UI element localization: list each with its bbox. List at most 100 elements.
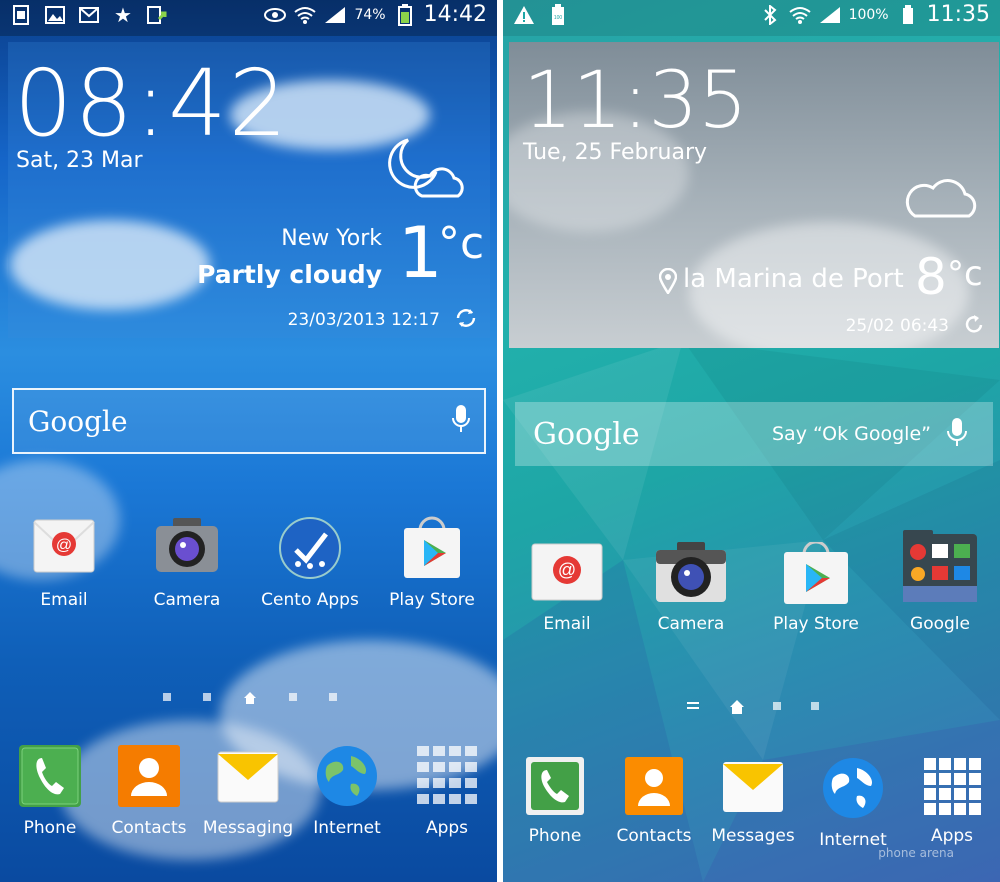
- gallery-icon: [44, 4, 66, 26]
- status-clock: 11:35: [926, 2, 990, 27]
- internet-globe-icon: [315, 744, 379, 808]
- status-clock: 14:42: [423, 2, 487, 27]
- cento-apps-icon: [278, 516, 342, 580]
- app-cento-apps[interactable]: Cento Apps: [250, 516, 370, 610]
- left-phone-screen: ★ 74% 14:42 08:42 Sat, 23 Mar New York P…: [0, 0, 497, 882]
- page-dot[interactable]: [773, 701, 781, 710]
- app-label: Email: [40, 590, 88, 610]
- widget-updated: 25/02 06:43: [845, 316, 949, 336]
- dock-apps[interactable]: Apps: [387, 744, 497, 838]
- apps-grid-icon: [415, 744, 479, 808]
- location-pin-icon: [658, 267, 678, 298]
- phone-icon: [18, 744, 82, 808]
- home-page-icon[interactable]: [729, 699, 744, 714]
- contacts-icon: [117, 744, 181, 808]
- battery-icon: [897, 4, 919, 26]
- menu-lines-icon[interactable]: [687, 696, 699, 715]
- app-label: Play Store: [773, 614, 859, 634]
- watermark: phone arena: [878, 846, 954, 860]
- widget-time: 11:35: [523, 56, 748, 146]
- refresh-icon[interactable]: [454, 306, 478, 334]
- clock-weather-widget[interactable]: 08:42 Sat, 23 Mar New York Partly cloudy…: [8, 42, 490, 338]
- app-label: Cento Apps: [261, 590, 359, 610]
- app-label: Google: [910, 614, 970, 634]
- play-store-icon: [400, 516, 464, 580]
- eye-icon: [264, 4, 287, 26]
- star-icon: ★: [114, 3, 132, 27]
- status-bar: ★ 74% 14:42: [0, 0, 497, 36]
- messages-icon: [721, 756, 785, 816]
- moon-cloud-icon: [378, 138, 468, 204]
- widget-updated: 23/03/2013 12:17: [287, 310, 440, 330]
- email-icon: @: [531, 542, 603, 604]
- dock-apps[interactable]: Apps: [892, 756, 1000, 846]
- page-dot[interactable]: [289, 693, 297, 701]
- gmail-icon: [78, 4, 100, 26]
- google-search-bar[interactable]: Google Say “Ok Google”: [515, 402, 993, 466]
- app-label: Apps: [930, 826, 974, 846]
- battery-charging-icon: [394, 3, 416, 26]
- camera-icon: [155, 516, 219, 580]
- app-camera[interactable]: Camera: [631, 542, 751, 634]
- clock-weather-widget[interactable]: 11:35 Tue, 25 February la Marina de Port…: [509, 42, 999, 348]
- battery-full-icon: 100: [547, 4, 569, 26]
- app-camera[interactable]: Camera: [127, 516, 247, 610]
- app-google-folder[interactable]: Google: [880, 530, 1000, 634]
- phone-icon: [525, 756, 585, 816]
- page-dot[interactable]: [203, 693, 211, 701]
- page-indicator[interactable]: [163, 690, 337, 704]
- download-icon: [146, 4, 168, 26]
- page-dot[interactable]: [163, 693, 171, 701]
- refresh-icon[interactable]: [963, 314, 985, 340]
- widget-city: la Marina de Port: [683, 264, 904, 294]
- signal-icon: [819, 4, 841, 26]
- app-play-store[interactable]: Play Store: [756, 540, 876, 634]
- battery-percent: 100%: [848, 6, 889, 23]
- play-store-icon: [780, 540, 852, 604]
- wifi-icon: [294, 4, 317, 26]
- app-email[interactable]: @ Email: [4, 516, 124, 610]
- widget-temp-unit: °c: [438, 218, 485, 269]
- page-indicator[interactable]: [687, 696, 819, 715]
- contacts-icon: [624, 756, 684, 816]
- svg-text:100: 100: [554, 15, 563, 21]
- widget-temp: 8: [915, 248, 947, 306]
- svg-text:@: @: [56, 537, 72, 554]
- home-page-icon[interactable]: [243, 690, 257, 704]
- apps-grid-icon: [922, 756, 982, 816]
- widget-temp: 1: [398, 212, 443, 294]
- battery-percent: 74%: [354, 6, 386, 23]
- app-label: Email: [543, 614, 591, 634]
- app-play-store[interactable]: Play Store: [372, 516, 492, 610]
- bluetooth-icon: [759, 4, 781, 26]
- svg-text:@: @: [558, 560, 576, 580]
- wifi-icon: [788, 4, 811, 26]
- cloud-icon: [903, 172, 983, 224]
- mic-icon[interactable]: [452, 404, 470, 438]
- signal-icon: [324, 4, 346, 26]
- search-hint: Say “Ok Google”: [772, 423, 931, 445]
- warning-icon: [513, 4, 535, 26]
- google-folder-icon: [902, 530, 978, 604]
- page-dot[interactable]: [329, 693, 337, 701]
- google-logo: Google: [28, 404, 128, 438]
- app-label: Camera: [657, 614, 725, 634]
- mic-icon[interactable]: [947, 417, 967, 451]
- app-email[interactable]: @ Email: [507, 542, 627, 634]
- app-label: Play Store: [389, 590, 475, 610]
- google-search-bar[interactable]: Google: [12, 388, 486, 454]
- email-icon: @: [32, 516, 96, 580]
- widget-city: New York: [281, 226, 382, 251]
- status-bar: 100 100% 11:35: [503, 0, 1000, 36]
- page-dot[interactable]: [811, 701, 819, 710]
- widget-time: 08:42: [14, 50, 290, 157]
- sim-icon: [10, 4, 32, 26]
- app-label: Apps: [425, 818, 469, 838]
- widget-date: Tue, 25 February: [523, 140, 708, 165]
- camera-icon: [655, 542, 727, 604]
- right-phone-screen: 100 100% 11:35 11:35 Tue, 25 February la…: [503, 0, 1000, 882]
- widget-temp-unit: °c: [947, 254, 983, 294]
- google-logo: Google: [533, 416, 640, 452]
- app-label: Camera: [153, 590, 221, 610]
- widget-date: Sat, 23 Mar: [16, 148, 143, 173]
